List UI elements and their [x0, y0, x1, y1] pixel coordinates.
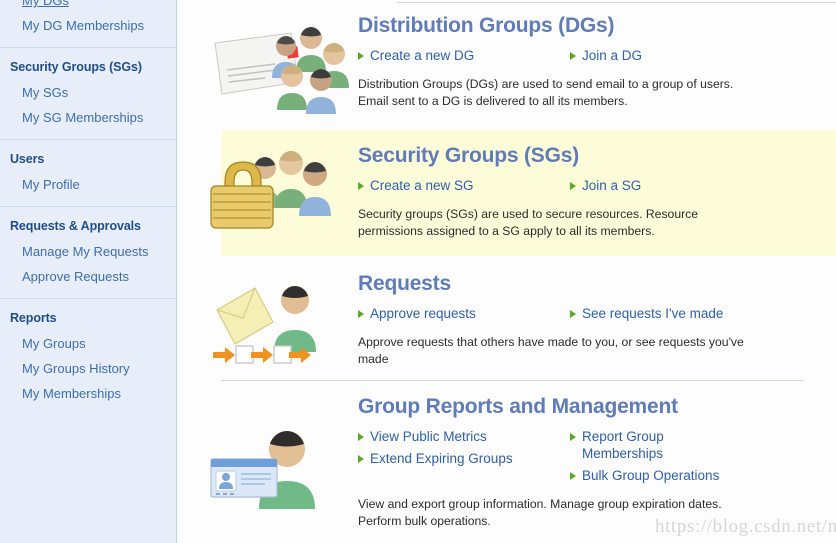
link-create-a-new-dg[interactable]: Create a new DG — [358, 47, 570, 64]
sidebar-item-my-sg-memberships[interactable]: My SG Memberships — [0, 105, 176, 130]
sidebar-group-security-groups: Security Groups (SGs) My SGs My SG Membe… — [0, 47, 176, 139]
sidebar-heading-security-groups: Security Groups (SGs) — [10, 60, 142, 74]
envelope-people-icon — [193, 12, 358, 116]
section-description: Approve requests that others have made t… — [358, 335, 744, 366]
sidebar-item-my-groups[interactable]: My Groups — [0, 331, 176, 356]
bullet-triangle-icon — [570, 433, 576, 441]
sidebar-group-requests-approvals: Requests & Approvals Manage My Requests … — [0, 206, 176, 298]
section-description: Security groups (SGs) are used to secure… — [358, 207, 699, 238]
sidebar-item-my-sgs[interactable]: My SGs — [0, 80, 176, 105]
link-label: View Public Metrics — [370, 429, 487, 444]
section-title: Requests — [358, 272, 451, 295]
link-view-public-metrics[interactable]: View Public Metrics — [358, 428, 570, 445]
section-security-groups: Security Groups (SGs) Create a new SG Jo… — [209, 130, 836, 256]
link-approve-requests[interactable]: Approve requests — [358, 305, 570, 322]
section-title: Group Reports and Management — [358, 395, 678, 418]
link-see-requests-ive-made[interactable]: See requests I've made — [570, 305, 760, 322]
link-label: Create a new SG — [370, 178, 474, 193]
link-label: Approve requests — [370, 306, 476, 321]
section-text-requests: Requests Approve requests See requests I… — [358, 270, 820, 367]
section-title: Security Groups (SGs) — [358, 144, 580, 167]
section-text-distribution-groups: Distribution Groups (DGs) Create a new D… — [358, 12, 820, 109]
bullet-triangle-icon — [570, 472, 576, 480]
link-label: See requests I've made — [582, 306, 724, 321]
link-bulk-group-operations[interactable]: Bulk Group Operations — [570, 467, 760, 484]
link-label: Join a DG — [582, 48, 643, 63]
bullet-triangle-icon — [570, 182, 576, 190]
person-id-card-icon — [193, 393, 358, 513]
link-label: Extend Expiring Groups — [370, 451, 513, 466]
sidebar-group-users: Users My Profile — [0, 139, 176, 206]
link-create-a-new-sg[interactable]: Create a new SG — [358, 177, 570, 194]
sidebar-item-approve-requests[interactable]: Approve Requests — [0, 264, 176, 289]
sidebar-heading-users: Users — [10, 152, 45, 166]
sidebar-item-my-memberships[interactable]: My Memberships — [0, 381, 176, 406]
link-label: Create a new DG — [370, 48, 475, 63]
section-links: Create a new DG Join a DG — [358, 47, 820, 69]
bullet-triangle-icon — [358, 52, 364, 60]
section-group-reports-management: Group Reports and Management View Public… — [177, 381, 836, 539]
link-report-group-memberships[interactable]: Report Group Memberships — [570, 428, 760, 462]
envelope-workflow-person-icon — [193, 270, 358, 370]
link-label: Join a SG — [582, 178, 642, 193]
page-root: My DGs My DG Memberships Security Groups… — [0, 0, 836, 543]
padlock-people-icon — [193, 142, 358, 242]
bullet-triangle-icon — [358, 310, 364, 318]
main-content: Distribution Groups (DGs) Create a new D… — [177, 0, 836, 543]
section-title: Distribution Groups (DGs) — [358, 14, 615, 37]
sidebar-item-manage-my-requests[interactable]: Manage My Requests — [0, 239, 176, 264]
link-join-a-dg[interactable]: Join a DG — [570, 47, 760, 64]
link-label: Bulk Group Operations — [582, 468, 720, 483]
link-join-a-sg[interactable]: Join a SG — [570, 177, 760, 194]
sidebar-heading-reports: Reports — [10, 311, 57, 325]
sidebar-group-reports: Reports My Groups My Groups History My M… — [0, 298, 176, 415]
bullet-triangle-icon — [358, 455, 364, 463]
link-label: Report Group Memberships — [582, 429, 664, 461]
section-description: Distribution Groups (DGs) are used to se… — [358, 77, 734, 108]
sidebar-item-my-dg-memberships[interactable]: My DG Memberships — [0, 13, 176, 38]
section-links: Create a new SG Join a SG — [358, 177, 820, 199]
section-requests: Requests Approve requests See requests I… — [177, 256, 836, 380]
sidebar-item-my-dgs[interactable]: My DGs — [0, 0, 176, 13]
section-text-security-groups: Security Groups (SGs) Create a new SG Jo… — [358, 142, 820, 239]
sidebar-heading-requests-approvals: Requests & Approvals — [10, 219, 141, 233]
bullet-triangle-icon — [358, 433, 364, 441]
bullet-triangle-icon — [570, 310, 576, 318]
section-distribution-groups: Distribution Groups (DGs) Create a new D… — [177, 0, 836, 126]
sidebar-group-distribution-groups: My DGs My DG Memberships — [0, 0, 176, 47]
section-links: View Public Metrics Extend Expiring Grou… — [358, 428, 820, 489]
sidebar-item-my-groups-history[interactable]: My Groups History — [0, 356, 176, 381]
bullet-triangle-icon — [570, 52, 576, 60]
sidebar-navigation: My DGs My DG Memberships Security Groups… — [0, 0, 177, 543]
section-text-group-reports-management: Group Reports and Management View Public… — [358, 393, 820, 529]
section-links: Approve requests See requests I've made — [358, 305, 820, 327]
section-description: View and export group information. Manag… — [358, 497, 722, 528]
link-extend-expiring-groups[interactable]: Extend Expiring Groups — [358, 450, 570, 467]
bullet-triangle-icon — [358, 182, 364, 190]
sidebar-item-my-profile[interactable]: My Profile — [0, 172, 176, 197]
